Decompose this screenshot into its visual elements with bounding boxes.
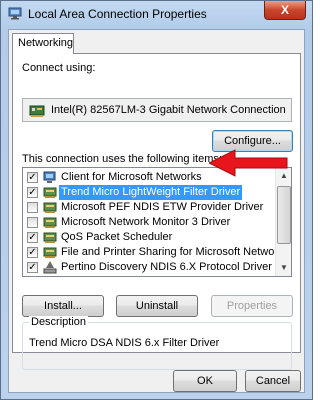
ok-button[interactable]: OK bbox=[173, 370, 237, 392]
network-service-icon bbox=[43, 217, 57, 228]
cancel-button-label: Cancel bbox=[255, 375, 291, 387]
adapter-name: Intel(R) 82567LM-3 Gigabit Network Conne… bbox=[51, 104, 286, 116]
description-group: Description Trend Micro DSA NDIS 6.x Fil… bbox=[22, 316, 292, 370]
list-item[interactable]: ✓ Trend Micro LightWeight Filter Driver bbox=[23, 185, 276, 200]
network-service-icon bbox=[43, 187, 57, 198]
item-label: Trend Micro LightWeight Filter Driver bbox=[59, 185, 243, 200]
item-label: Microsoft PEF NDIS ETW Provider Driver bbox=[61, 201, 264, 213]
item-checkbox[interactable]: ✓ bbox=[27, 232, 38, 243]
adapter-field: Intel(R) 82567LM-3 Gigabit Network Conne… bbox=[22, 98, 292, 122]
list-item[interactable]: ✓ QoS Packet Scheduler bbox=[23, 230, 276, 245]
network-service-icon bbox=[43, 202, 57, 213]
list-item[interactable]: ✓ File and Printer Sharing for Microsoft… bbox=[23, 245, 289, 260]
tab-networking-label: Networking bbox=[18, 37, 74, 49]
network-adapter-icon bbox=[29, 105, 45, 117]
description-legend: Description bbox=[29, 316, 89, 328]
item-checkbox[interactable]: ✓ bbox=[27, 172, 38, 183]
item-label: QoS Packet Scheduler bbox=[61, 231, 173, 243]
list-item[interactable]: ✓ Pertino Discovery NDIS 6.X Protocol Dr… bbox=[23, 260, 276, 275]
tab-networking[interactable]: Networking bbox=[12, 33, 74, 54]
network-service-icon bbox=[43, 232, 57, 243]
item-checkbox[interactable]: ✓ bbox=[27, 247, 38, 258]
cancel-button[interactable]: Cancel bbox=[245, 370, 301, 392]
configure-button-label: Configure... bbox=[224, 135, 281, 147]
scroll-down-icon[interactable]: ▼ bbox=[276, 260, 291, 276]
dialog-client-area: Networking Connect using: Intel(R) 82567… bbox=[8, 29, 305, 393]
window-title: Local Area Connection Properties bbox=[28, 7, 207, 21]
item-label: Pertino Discovery NDIS 6.X Protocol Driv… bbox=[61, 261, 272, 273]
item-checkbox[interactable] bbox=[27, 217, 38, 228]
client-icon bbox=[43, 171, 56, 183]
item-label: File and Printer Sharing for Microsoft N… bbox=[61, 246, 290, 258]
items-list[interactable]: ✓ Client for Microsoft Networks ✓ Trend … bbox=[22, 167, 292, 277]
close-icon: X bbox=[280, 3, 289, 17]
item-label: Client for Microsoft Networks bbox=[61, 171, 202, 183]
ok-button-label: OK bbox=[197, 375, 213, 387]
protocol-icon bbox=[43, 261, 57, 274]
install-button-label: Install... bbox=[44, 300, 82, 312]
install-button[interactable]: Install... bbox=[22, 295, 104, 317]
item-checkbox[interactable]: ✓ bbox=[27, 262, 38, 273]
connect-using-label: Connect using: bbox=[22, 62, 96, 74]
description-text: Trend Micro DSA NDIS 6.x Filter Driver bbox=[29, 337, 220, 349]
uninstall-button[interactable]: Uninstall bbox=[116, 295, 198, 317]
item-label: Microsoft Network Monitor 3 Driver bbox=[61, 216, 231, 228]
properties-window: Local Area Connection Properties X Netwo… bbox=[0, 0, 313, 400]
uninstall-button-label: Uninstall bbox=[135, 300, 179, 312]
items-scrollbar[interactable]: ▲ ▼ bbox=[275, 168, 291, 276]
title-bar[interactable]: Local Area Connection Properties X bbox=[1, 1, 312, 27]
properties-button-label: Properties bbox=[226, 300, 278, 312]
network-service-icon bbox=[43, 247, 57, 258]
items-label: This connection uses the following items… bbox=[22, 153, 222, 165]
list-item[interactable]: Microsoft PEF NDIS ETW Provider Driver bbox=[23, 200, 276, 215]
item-checkbox[interactable]: ✓ bbox=[27, 187, 38, 198]
network-connection-icon bbox=[8, 7, 22, 20]
properties-button[interactable]: Properties bbox=[211, 295, 293, 317]
close-button[interactable]: X bbox=[264, 1, 306, 20]
item-checkbox[interactable] bbox=[27, 202, 38, 213]
list-item[interactable]: Microsoft Network Monitor 3 Driver bbox=[23, 215, 276, 230]
scroll-thumb[interactable] bbox=[277, 186, 291, 244]
networking-panel: Connect using: Intel(R) 82567LM-3 Gigabi… bbox=[12, 53, 301, 370]
annotation-arrow-icon bbox=[209, 149, 288, 177]
